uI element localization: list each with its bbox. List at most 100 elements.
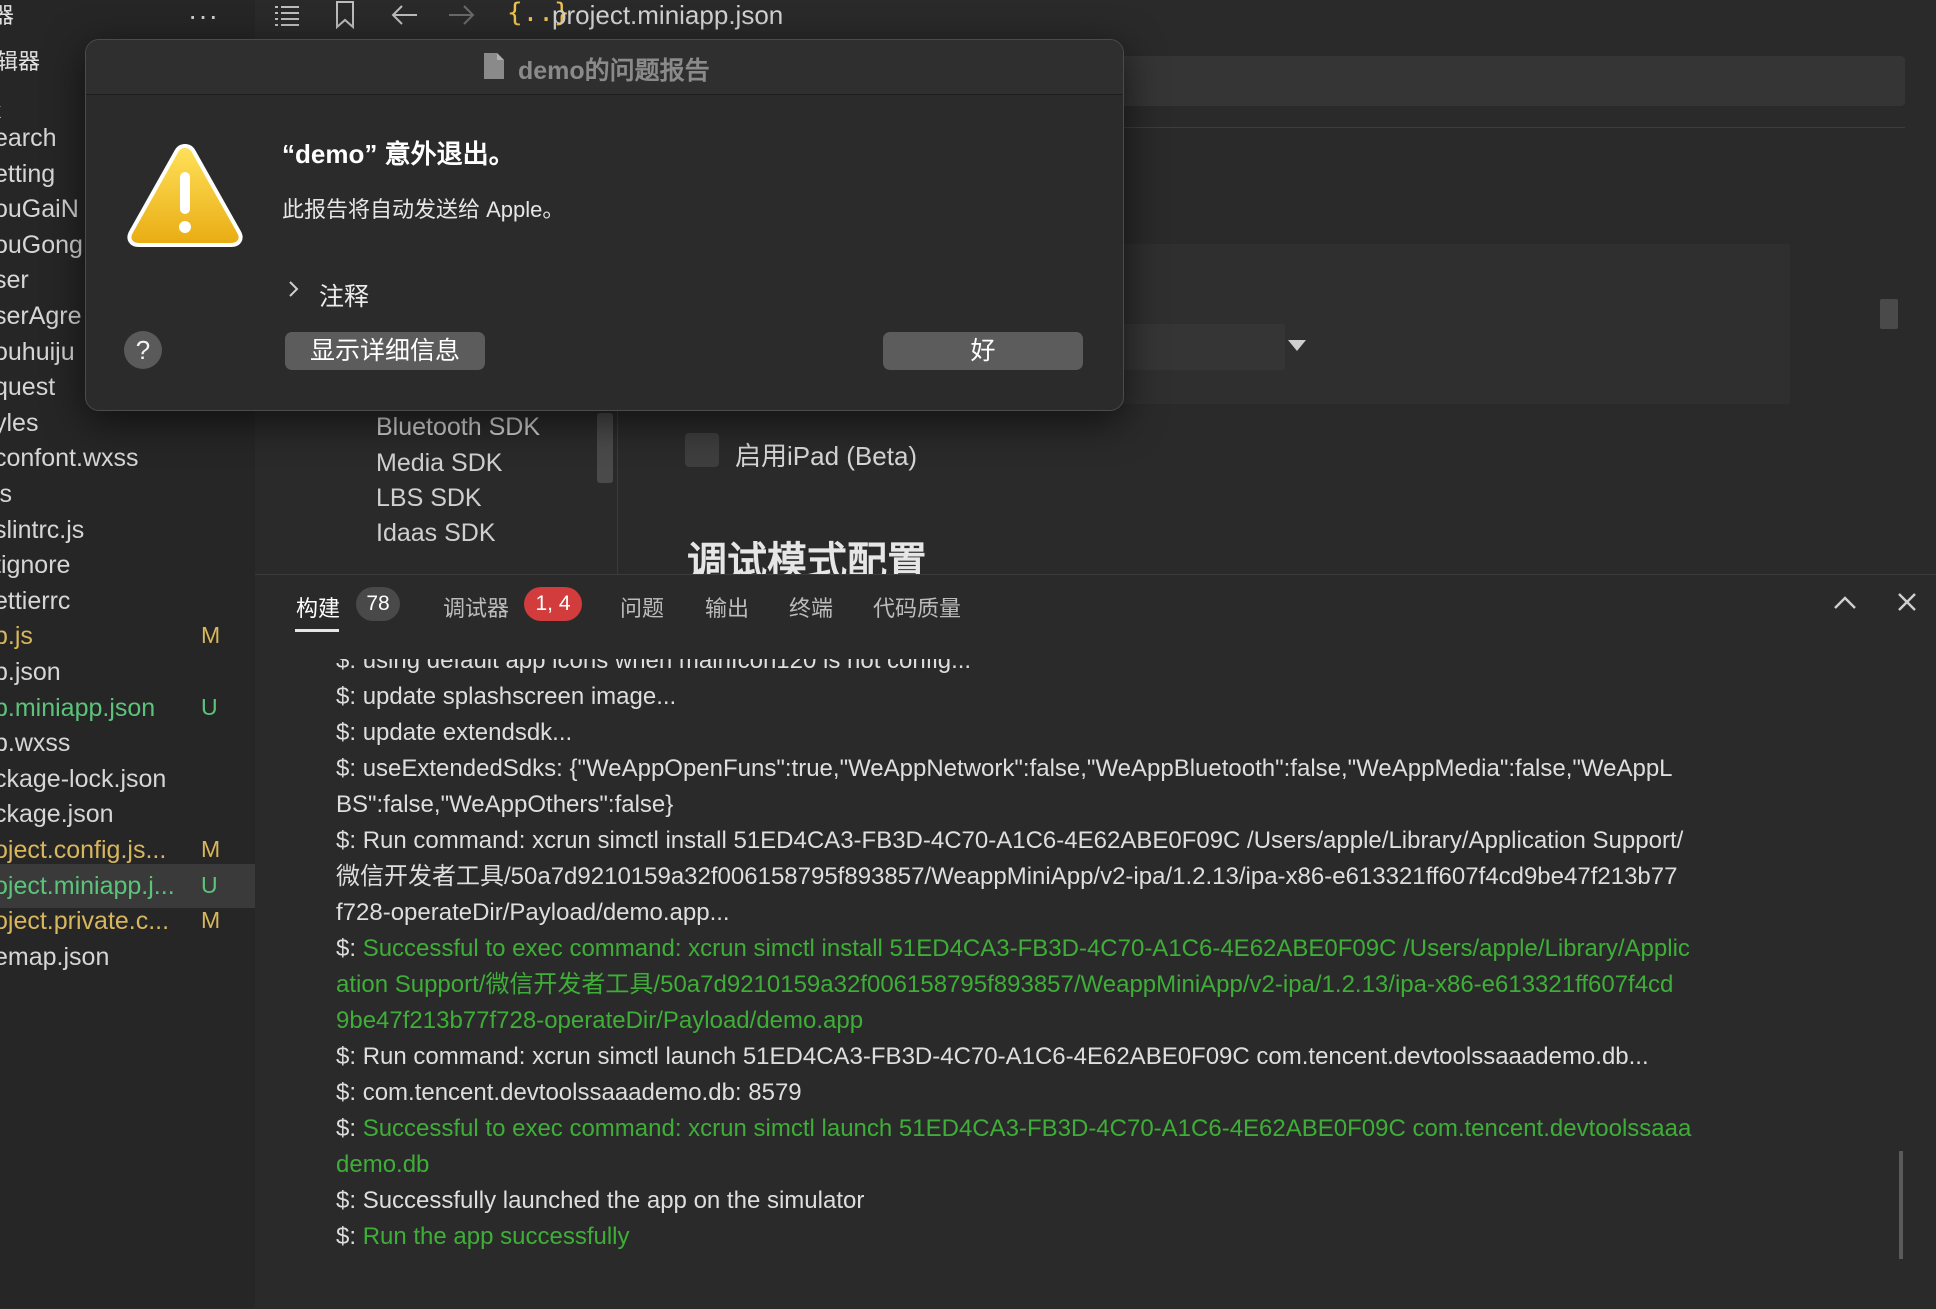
console-prompt: $: [336, 935, 363, 962]
console-line: BS":false,"WeAppOthers":false} [336, 787, 1896, 823]
console-message: com.tencent.devtoolssaaademo.db: 8579 [362, 1079, 802, 1106]
git-status-badge: U [201, 871, 218, 898]
console-message: Run the app successfully [362, 1223, 630, 1250]
console-scrollbar[interactable] [1899, 1151, 1903, 1259]
console-line: demo.db [336, 1147, 1896, 1183]
file-name: earch [0, 124, 57, 152]
warning-icon [126, 142, 244, 248]
debugger-error-badge: 1, 4 [524, 587, 582, 621]
more-actions-icon[interactable]: ··· [188, 0, 219, 32]
console-line: $: update extendsdk... [336, 715, 1896, 751]
console-line: $: using default app icons when mainIcon… [336, 659, 1896, 679]
console-message: useExtendedSdks: {"WeAppOpenFuns":true,"… [362, 755, 1673, 782]
console-prompt: $: [336, 659, 363, 674]
back-arrow-icon[interactable] [389, 2, 421, 28]
file-name: p.json [0, 658, 61, 686]
file-name: p.js [0, 622, 33, 651]
console-line: $: Successful to exec command: xcrun sim… [336, 931, 1896, 967]
console-prompt: $: [336, 683, 363, 710]
show-details-button[interactable]: 显示详细信息 [285, 332, 485, 370]
file-name: ettierrc [0, 586, 71, 615]
git-status-badge: M [201, 622, 221, 649]
console-message: Successfully launched the app on the sim… [362, 1187, 865, 1214]
console-line: 微信开发者工具/50a7d9210159a32f006158795f893857… [336, 859, 1896, 895]
build-count-badge: 78 [356, 587, 400, 621]
git-status-badge: M [201, 836, 221, 862]
file-name: slintrc.js [0, 515, 85, 544]
file-name: serAgre [0, 302, 82, 330]
active-tab-indicator [295, 629, 339, 632]
sdk-list: Bluetooth SDK Media SDK LBS SDK Idaas SD… [255, 409, 618, 574]
console-line: $: Successfully launched the app on the … [336, 1183, 1896, 1219]
file-name: yles [0, 408, 39, 437]
dialog-title: demo的问题报告 [518, 57, 710, 85]
build-console-output[interactable]: $: using default app icons when mainIcon… [255, 659, 1936, 1309]
console-message: 9be47f213b77f728-operateDir/Payload/demo… [336, 1007, 864, 1034]
file-name: quest [0, 373, 56, 402]
forward-arrow-icon[interactable] [445, 2, 477, 28]
settings-divider [1055, 127, 1905, 128]
dropdown-caret-icon[interactable] [1288, 340, 1306, 351]
tab-terminal[interactable]: 终端 [789, 591, 833, 623]
help-button[interactable]: ? [124, 331, 162, 369]
sdk-list-scrollbar[interactable] [597, 413, 613, 483]
tab-output[interactable]: 输出 [705, 591, 749, 623]
file-name: ouhuiju [0, 337, 75, 366]
notes-disclosure[interactable]: 注释 [319, 277, 369, 313]
file-name: ouGaiN [0, 195, 79, 224]
sdk-item-bluetooth[interactable]: Bluetooth SDK [376, 413, 540, 442]
file-name: confont.wxss [0, 444, 139, 473]
settings-search-bar[interactable] [1060, 56, 1905, 106]
file-name: emap.json [0, 942, 110, 971]
list-icon[interactable] [271, 2, 303, 30]
console-message: Successful to exec command: xcrun simctl… [362, 1115, 1692, 1142]
bottom-panel: 构建 78 调试器 1, 4 问题 输出 终端 代码质量 $: using de… [255, 574, 1936, 1309]
file-name: oject.private.c... [0, 907, 170, 936]
sdk-item-lbs[interactable]: LBS SDK [376, 484, 482, 513]
sdk-item-media[interactable]: Media SDK [376, 449, 502, 478]
ok-button[interactable]: 好 [883, 332, 1083, 370]
chevron-right-icon[interactable] [286, 278, 302, 300]
console-line: $: update splashscreen image... [336, 679, 1896, 715]
file-name: ouGong [0, 230, 83, 259]
console-message: Successful to exec command: xcrun simctl… [362, 935, 1690, 962]
tab-code-quality[interactable]: 代码质量 [873, 591, 961, 623]
dialog-description: 此报告将自动发送给 Apple。 [282, 197, 565, 222]
tab-debugger[interactable]: 调试器 [443, 591, 509, 623]
document-icon [482, 51, 506, 81]
bookmark-icon[interactable] [333, 0, 357, 30]
console-message: 微信开发者工具/50a7d9210159a32f006158795f893857… [336, 863, 1678, 890]
settings-scrollbar[interactable] [1880, 299, 1898, 329]
console-prompt: $: [336, 755, 363, 782]
ipad-beta-checkbox[interactable] [685, 433, 719, 467]
console-prompt: $: [336, 1043, 363, 1070]
console-line: 9be47f213b77f728-operateDir/Payload/demo… [336, 1003, 1896, 1039]
console-line: $: useExtendedSdks: {"WeAppOpenFuns":tru… [336, 751, 1896, 787]
tab-build[interactable]: 构建 [296, 591, 340, 623]
console-line: ation Support/微信开发者工具/50a7d9210159a32f00… [336, 967, 1896, 1003]
console-line: $: Run command: xcrun simctl install 51E… [336, 823, 1896, 859]
console-message: ation Support/微信开发者工具/50a7d9210159a32f00… [336, 971, 1674, 998]
close-icon[interactable] [1896, 591, 1918, 613]
sdk-item-idaas[interactable]: Idaas SDK [376, 519, 496, 548]
console-message: using default app icons when mainIcon120… [362, 659, 972, 674]
explorer-section-header[interactable]: 辑器 [0, 44, 40, 76]
dialog-titlebar: demo的问题报告 [86, 40, 1123, 95]
file-item[interactable]: emap.json [0, 935, 255, 979]
console-message: Run command: xcrun simctl launch 51ED4CA… [362, 1043, 1649, 1070]
git-status-badge: U [201, 693, 218, 720]
ipad-beta-label: 启用iPad (Beta) [735, 441, 918, 471]
chevron-up-icon[interactable] [1832, 593, 1858, 613]
file-name: oject.config.js... [0, 836, 167, 864]
console-prompt: $: [336, 1115, 363, 1142]
console-line: $: Successful to exec command: xcrun sim… [336, 1111, 1896, 1147]
file-name: ls [0, 480, 13, 508]
file-name: p.wxss [0, 729, 71, 758]
tab-problems[interactable]: 问题 [620, 591, 664, 623]
dialog-heading: “demo” 意外退出。 [282, 139, 515, 169]
console-message: demo.db [336, 1151, 430, 1178]
console-prompt: $: [336, 719, 363, 746]
editor-tab-title[interactable]: project.miniapp.json [552, 0, 783, 31]
console-line: $: com.tencent.devtoolssaaademo.db: 8579 [336, 1075, 1896, 1111]
console-prompt: $: [336, 1079, 363, 1106]
